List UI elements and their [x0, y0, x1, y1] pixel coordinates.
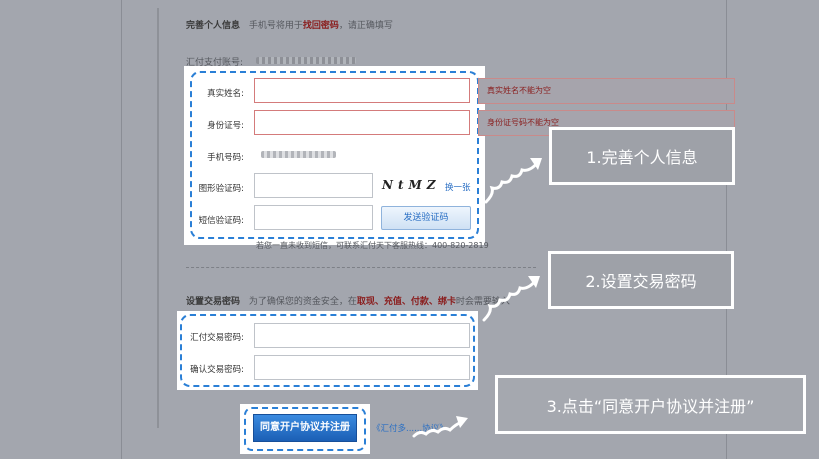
- sms-label: 短信验证码:: [198, 216, 244, 226]
- operations-highlight: 取现、充值、付款、绑卡: [356, 297, 456, 307]
- id-number-input[interactable]: [254, 110, 470, 135]
- arrow-to-step1-icon: [484, 158, 542, 204]
- callout-step2: 2.设置交易密码: [548, 251, 734, 309]
- section1-title: 完善个人信息: [186, 21, 241, 31]
- name-input[interactable]: [254, 78, 470, 103]
- callout-step3: 3.点击“同意开户协议并注册”: [495, 375, 806, 434]
- confirm-password-label: 确认交易密码:: [190, 365, 244, 375]
- accent-bar: [157, 8, 159, 428]
- sms-hint: 若您一直未收到短信，可联系汇付天下客服热线：400-820-2819: [256, 241, 489, 250]
- captcha-label: 图形验证码:: [198, 184, 244, 194]
- agree-and-register-button[interactable]: 同意开户协议并注册: [253, 414, 357, 442]
- send-sms-button[interactable]: 发送验证码: [381, 206, 471, 230]
- arrow-to-step3-icon: [412, 416, 468, 438]
- confirm-password-input[interactable]: [254, 355, 470, 380]
- section2-title: 设置交易密码: [186, 297, 241, 307]
- phone-label: 手机号码:: [207, 153, 244, 163]
- name-label: 真实姓名:: [207, 89, 244, 99]
- trade-password-label: 汇付交易密码:: [190, 333, 244, 343]
- section1-header: 完善个人信息 手机号将用于找回密码，请正确填写: [186, 18, 393, 31]
- section2-header: 设置交易密码 为了确保您的资金安全，在取现、充值、付款、绑卡时会需要输入: [186, 294, 510, 307]
- find-password-highlight: 找回密码: [302, 21, 339, 31]
- captcha-image[interactable]: NtMZ: [382, 178, 441, 192]
- account-value-blurred: [256, 57, 356, 64]
- id-label: 身份证号:: [207, 121, 244, 131]
- section2-note: 为了确保您的资金安全，在取现、充值、付款、绑卡时会需要输入: [248, 297, 510, 307]
- callout-step1: 1.完善个人信息: [549, 127, 735, 185]
- section1-note: 手机号将用于找回密码，请正确填写: [248, 21, 393, 31]
- arrow-to-step2-icon: [482, 276, 540, 322]
- captcha-input[interactable]: [254, 173, 373, 198]
- sms-code-input[interactable]: [254, 205, 373, 230]
- trade-password-input[interactable]: [254, 323, 470, 348]
- captcha-refresh-link[interactable]: 换一张: [445, 181, 471, 193]
- phone-value-blurred: [261, 151, 336, 158]
- name-error-tip: 真实姓名不能为空: [478, 78, 735, 104]
